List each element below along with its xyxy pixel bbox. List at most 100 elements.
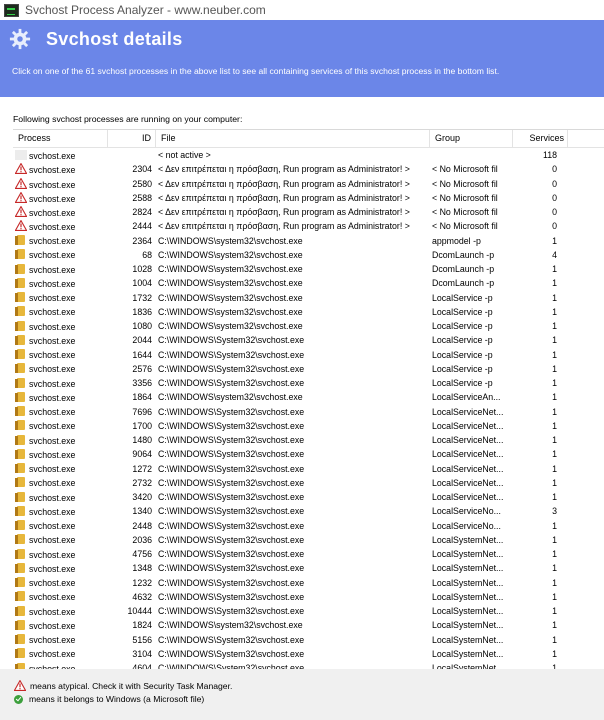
column-header-group[interactable]: Group	[430, 130, 513, 147]
cell-file: C:\WINDOWS\System32\svchost.exe	[158, 563, 305, 574]
cell-services: 1	[552, 363, 557, 374]
cell-services: 1	[552, 492, 557, 503]
table-row[interactable]: svchost.exe 1644 C:\WINDOWS\System32\svcho…	[13, 348, 604, 362]
cell-services: 1	[552, 321, 557, 332]
table-row[interactable]: svchost.exe 1340 C:\WINDOWS\System32\svcho…	[13, 504, 604, 518]
table-row[interactable]: svchost.exe 1004 C:\WINDOWS\system32\svcho…	[13, 276, 604, 290]
process-name: svchost.exe	[29, 392, 76, 403]
cell-group: DcomLaunch -p	[432, 264, 495, 275]
cell-id: 1864	[132, 392, 152, 403]
cell-id: 2304	[132, 164, 152, 175]
column-header-id[interactable]: ID	[108, 130, 156, 147]
cell-process: svchost.exe	[13, 149, 108, 161]
cell-id: 2580	[132, 178, 152, 189]
table-row[interactable]: svchost.exe 5156 C:\WINDOWS\System32\svcho…	[13, 633, 604, 647]
table-row[interactable]: svchost.exe 1836 C:\WINDOWS\system32\svcho…	[13, 305, 604, 319]
cell-services: 1	[552, 435, 557, 446]
table-row[interactable]: svchost.exe 1348 C:\WINDOWS\System32\svcho…	[13, 561, 604, 575]
cell-id: 2824	[132, 207, 152, 218]
table-row[interactable]: svchost.exe 3420 C:\WINDOWS\System32\svcho…	[13, 490, 604, 504]
table-row[interactable]: svchost.exe 1028 C:\WINDOWS\system32\svcho…	[13, 262, 604, 276]
process-icon	[15, 477, 25, 488]
table-row[interactable]: svchost.exe 1864 C:\WINDOWS\system32\svcho…	[13, 390, 604, 404]
table-row[interactable]: svchost.exe 2304 < Δεν επιτρέπεται η πρόσβ…	[13, 162, 604, 176]
table-row[interactable]: svchost.exe 2576 C:\WINDOWS\System32\svcho…	[13, 362, 604, 376]
table-row[interactable]: svchost.exe 10444 C:\WINDOWS\System32\svch…	[13, 604, 604, 618]
column-header-services[interactable]: Services	[513, 130, 568, 147]
cell-file: C:\WINDOWS\System32\svchost.exe	[158, 463, 305, 474]
cell-file: C:\WINDOWS\system32\svchost.exe	[158, 264, 303, 275]
cell-process: svchost.exe	[13, 591, 108, 602]
window-title: Svchost Process Analyzer - www.neuber.co…	[25, 3, 266, 17]
cell-services: 1	[552, 549, 557, 560]
table-row[interactable]: svchost.exe 2588 < Δεν επιτρέπεται η πρόσβ…	[13, 191, 604, 205]
process-name: svchost.exe	[29, 378, 76, 389]
process-table[interactable]: Process ID File Group Services svchost.e…	[13, 129, 604, 670]
cell-id: 4756	[132, 549, 152, 560]
table-row[interactable]: svchost.exe 1732 C:\WINDOWS\system32\svcho…	[13, 291, 604, 305]
cell-services: 1	[552, 378, 557, 389]
table-row[interactable]: svchost.exe 1700 C:\WINDOWS\System32\svcho…	[13, 419, 604, 433]
process-name: svchost.exe	[29, 307, 76, 318]
process-name: svchost.exe	[29, 250, 76, 261]
process-name: svchost.exe	[29, 278, 76, 289]
gear-icon	[9, 28, 31, 50]
column-header-file[interactable]: File	[156, 130, 430, 147]
table-row[interactable]: svchost.exe 2444 < Δεν επιτρέπεται η πρόσβ…	[13, 219, 604, 233]
process-name: svchost.exe	[29, 635, 76, 646]
cell-group: < No Microsoft fil	[432, 178, 498, 189]
process-name: svchost.exe	[29, 165, 76, 176]
table-row[interactable]: svchost.exe 3104 C:\WINDOWS\System32\svcho…	[13, 647, 604, 661]
cell-id: 1340	[132, 506, 152, 517]
cell-file: C:\WINDOWS\System32\svchost.exe	[158, 520, 305, 531]
cell-file: C:\WINDOWS\System32\svchost.exe	[158, 606, 305, 617]
table-row[interactable]: svchost.exe 2448 C:\WINDOWS\System32\svcho…	[13, 519, 604, 533]
cell-process: svchost.exe	[13, 163, 108, 175]
cell-process: svchost.exe	[13, 235, 108, 246]
cell-services: 1	[552, 349, 557, 360]
cell-id: 68	[142, 249, 152, 260]
cell-process: svchost.exe	[13, 463, 108, 474]
cell-id: 1272	[132, 463, 152, 474]
table-row[interactable]: svchost.exe 1824 C:\WINDOWS\system32\svcho…	[13, 618, 604, 632]
table-row[interactable]: svchost.exe 1080 C:\WINDOWS\system32\svcho…	[13, 319, 604, 333]
table-row[interactable]: svchost.exe 2580 < Δεν επιτρέπεται η πρόσβ…	[13, 177, 604, 191]
process-name: svchost.exe	[29, 592, 76, 603]
table-row[interactable]: svchost.exe 2732 C:\WINDOWS\System32\svcho…	[13, 476, 604, 490]
table-row[interactable]: svchost.exe 2044 C:\WINDOWS\System32\svcho…	[13, 333, 604, 347]
cell-file: C:\WINDOWS\System32\svchost.exe	[158, 549, 305, 560]
cell-group: DcomLaunch -p	[432, 249, 495, 260]
cell-services: 3	[552, 506, 557, 517]
blank-process-icon	[15, 149, 27, 160]
table-row[interactable]: svchost.exe 7696 C:\WINDOWS\System32\svcho…	[13, 405, 604, 419]
table-row[interactable]: svchost.exe 9064 C:\WINDOWS\System32\svcho…	[13, 447, 604, 461]
table-row[interactable]: svchost.exe 68 C:\WINDOWS\system32\svchost…	[13, 248, 604, 262]
table-row[interactable]: svchost.exe 3356 C:\WINDOWS\System32\svcho…	[13, 376, 604, 390]
table-row[interactable]: svchost.exe 1272 C:\WINDOWS\System32\svcho…	[13, 462, 604, 476]
cell-file: C:\WINDOWS\system32\svchost.exe	[158, 278, 303, 289]
cell-group: LocalService -p	[432, 292, 493, 303]
process-name: svchost.exe	[29, 179, 76, 190]
cell-group: LocalSystemNet...	[432, 620, 504, 631]
process-name: svchost.exe	[29, 649, 76, 660]
table-row[interactable]: svchost.exe 4756 C:\WINDOWS\System32\svcho…	[13, 547, 604, 561]
table-row[interactable]: svchost.exe 1232 C:\WINDOWS\System32\svcho…	[13, 576, 604, 590]
cell-services: 1	[552, 648, 557, 659]
cell-services: 1	[552, 534, 557, 545]
cell-services: 1	[552, 563, 557, 574]
cell-group: < No Microsoft fil	[432, 192, 498, 203]
table-row[interactable]: svchost.exe 1480 C:\WINDOWS\System32\svcho…	[13, 433, 604, 447]
column-header-process[interactable]: Process	[13, 130, 108, 147]
table-row[interactable]: svchost.exe 4632 C:\WINDOWS\System32\svcho…	[13, 590, 604, 604]
process-icon	[15, 491, 25, 502]
process-icon	[15, 634, 25, 645]
header-banner: Svchost details Click on one of the 61 s…	[0, 20, 604, 97]
process-name: svchost.exe	[29, 321, 76, 332]
table-row[interactable]: svchost.exe 2036 C:\WINDOWS\System32\svcho…	[13, 533, 604, 547]
cell-process: svchost.exe	[13, 548, 108, 560]
table-row[interactable]: svchost.exe 2364 C:\WINDOWS\system32\svcho…	[13, 234, 604, 248]
cell-group: LocalService -p	[432, 363, 493, 374]
table-row[interactable]: svchost.exe < not active > 118	[13, 148, 604, 162]
cell-group: LocalService -p	[432, 321, 493, 332]
table-row[interactable]: svchost.exe 2824 < Δεν επιτρέπεται η πρόσβ…	[13, 205, 604, 219]
